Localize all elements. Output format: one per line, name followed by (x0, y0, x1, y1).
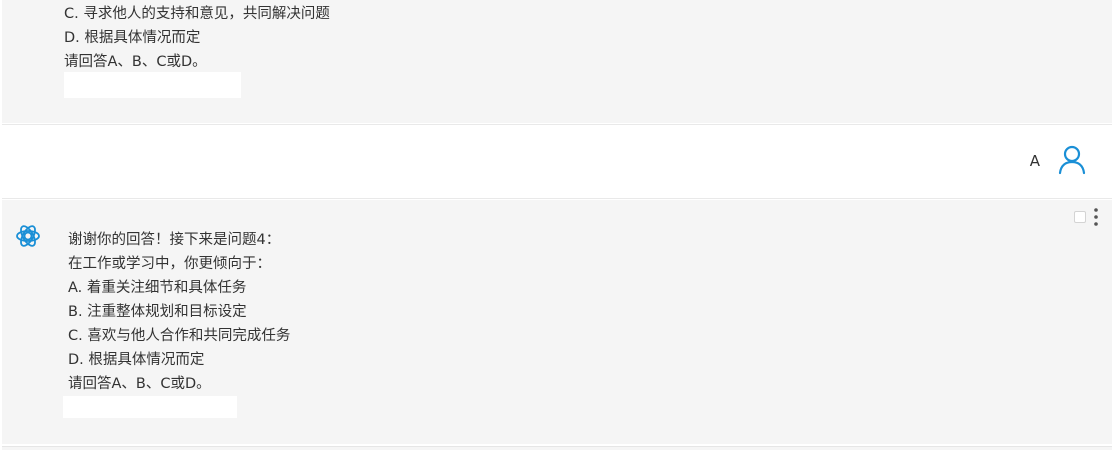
message-line: B. 注重整体规划和目标设定 (68, 304, 247, 320)
message-line: 请回答A、B、C或D。 (64, 54, 207, 70)
chat-thread: C. 寻求他人的支持和意见，共同解决问题 D. 根据具体情况而定 请回答A、B、… (0, 0, 1114, 450)
user-icon (1058, 145, 1086, 175)
select-checkbox[interactable] (1074, 211, 1086, 223)
message-line: 请回答A、B、C或D。 (68, 376, 211, 392)
openai-logo-icon (16, 225, 40, 247)
next-message-edge (2, 446, 1112, 450)
message-line: C. 喜欢与他人合作和共同完成任务 (68, 328, 291, 344)
message-line: C. 寻求他人的支持和意见，共同解决问题 (64, 6, 330, 22)
message-line: 在工作或学习中，你更倾向于： (68, 256, 271, 272)
more-options-icon[interactable] (1094, 208, 1098, 226)
message-body: C. 寻求他人的支持和意见，共同解决问题 D. 根据具体情况而定 请回答A、B、… (64, 2, 330, 74)
message-line: D. 根据具体情况而定 (68, 352, 205, 368)
message-footer-placeholder (63, 396, 237, 418)
assistant-message-previous: C. 寻求他人的支持和意见，共同解决问题 D. 根据具体情况而定 请回答A、B、… (2, 0, 1112, 123)
assistant-message: 谢谢你的回答！接下来是问题4： 在工作或学习中，你更倾向于： A. 着重关注细节… (2, 200, 1112, 444)
user-message: A (2, 124, 1112, 199)
message-line: A. 着重关注细节和具体任务 (68, 280, 247, 296)
message-line: 谢谢你的回答！接下来是问题4： (68, 232, 281, 248)
user-message-text: A (1029, 152, 1040, 170)
message-footer-placeholder (64, 72, 241, 98)
message-body: 谢谢你的回答！接下来是问题4： 在工作或学习中，你更倾向于： A. 着重关注细节… (68, 228, 290, 396)
message-line: D. 根据具体情况而定 (64, 30, 201, 46)
